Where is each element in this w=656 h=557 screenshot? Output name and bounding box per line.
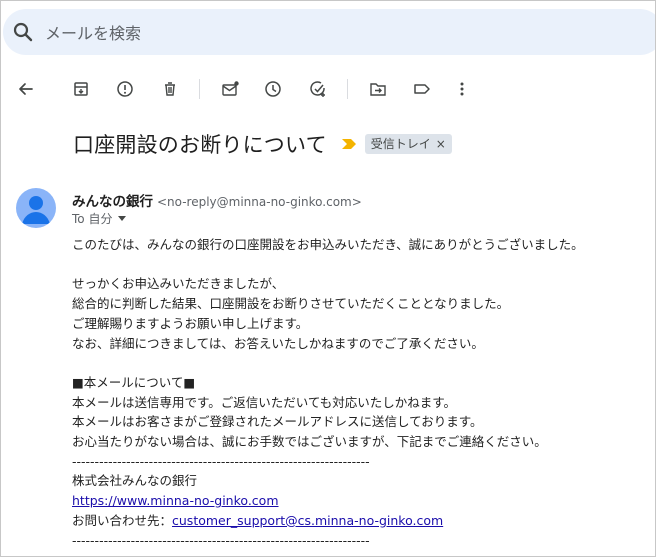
message-body: このたびは、みんなの銀行の口座開設をお申込みいただき、誠にありがとうございました… bbox=[72, 235, 652, 550]
divider-line: ----------------------------------------… bbox=[72, 532, 370, 548]
back-arrow-icon[interactable] bbox=[16, 79, 36, 99]
sender-name[interactable]: みんなの銀行 bbox=[72, 190, 153, 210]
important-marker-icon[interactable] bbox=[341, 138, 357, 150]
move-to-icon[interactable] bbox=[368, 79, 388, 99]
toolbar-divider bbox=[347, 79, 348, 99]
person-icon bbox=[22, 196, 50, 224]
chevron-down-icon[interactable] bbox=[118, 216, 127, 221]
body-line: このたびは、みんなの銀行の口座開設をお申込みいただき、誠にありがとうございました… bbox=[72, 237, 584, 252]
body-line: 株式会社みんなの銀行 bbox=[72, 473, 198, 489]
avatar[interactable] bbox=[16, 188, 56, 228]
website-link[interactable]: https://www.minna-no-ginko.com bbox=[72, 493, 279, 508]
body-line: ご理解賜りますようお願い申し上げます。 bbox=[72, 315, 309, 331]
message-subject: 口座開設のお断りについて bbox=[73, 133, 327, 157]
inbox-label-text: 受信トレイ bbox=[370, 137, 431, 151]
support-email-link[interactable]: customer_support@cs.minna-no-ginko.com bbox=[172, 513, 443, 528]
mark-unread-icon[interactable] bbox=[220, 79, 240, 99]
add-task-icon[interactable] bbox=[308, 79, 328, 99]
snooze-icon[interactable] bbox=[263, 79, 283, 99]
body-line: 本メールは送信専用です。ご返信いただいても対応いたしかねます。 bbox=[72, 394, 457, 410]
archive-icon[interactable] bbox=[71, 79, 91, 99]
label-icon[interactable] bbox=[412, 79, 432, 99]
toolbar-divider bbox=[199, 79, 200, 99]
inbox-label-chip[interactable]: 受信トレイ × bbox=[364, 134, 452, 154]
sender-email: <no-reply@minna-no-ginko.com> bbox=[157, 195, 362, 209]
contact-label: お問い合わせ先： bbox=[72, 512, 173, 528]
delete-icon[interactable] bbox=[160, 79, 180, 99]
body-line: なお、詳細につきましては、お答えいたしかねますのでご了承ください。 bbox=[72, 335, 484, 351]
search-bar[interactable]: メールを検索 bbox=[3, 9, 655, 55]
more-icon[interactable] bbox=[452, 79, 472, 99]
body-line: 総合的に判断した結果、口座開設をお断りさせていただくこととなりました。 bbox=[72, 296, 510, 312]
search-placeholder[interactable]: メールを検索 bbox=[45, 20, 141, 44]
recipient-label: To 自分 bbox=[72, 212, 113, 226]
body-line: 本メールはお客さまがご登録されたメールアドレスに送信しております。 bbox=[72, 414, 483, 430]
body-line: せっかくお申込みいただきましたが、 bbox=[72, 276, 285, 292]
sender-row: みんなの銀行 <no-reply@minna-no-ginko.com> bbox=[72, 190, 362, 210]
body-line: ■本メールについて■ bbox=[72, 374, 196, 390]
search-icon[interactable] bbox=[11, 20, 35, 44]
message-toolbar bbox=[1, 71, 655, 107]
body-line: お心当たりがない場合は、誠にお手数ではございますが、下記までご連絡ください。 bbox=[72, 434, 547, 449]
gmail-message-view: メールを検索 口座開設のお断りについて 受信トレイ × みんなの銀行 <no-r… bbox=[0, 0, 656, 557]
remove-label-icon[interactable]: × bbox=[436, 136, 446, 152]
report-spam-icon[interactable] bbox=[115, 79, 135, 99]
subject-row: 口座開設のお断りについて 受信トレイ × bbox=[73, 129, 452, 159]
divider-line: ----------------------------------------… bbox=[72, 453, 370, 469]
recipient-row[interactable]: To 自分 bbox=[72, 210, 127, 227]
